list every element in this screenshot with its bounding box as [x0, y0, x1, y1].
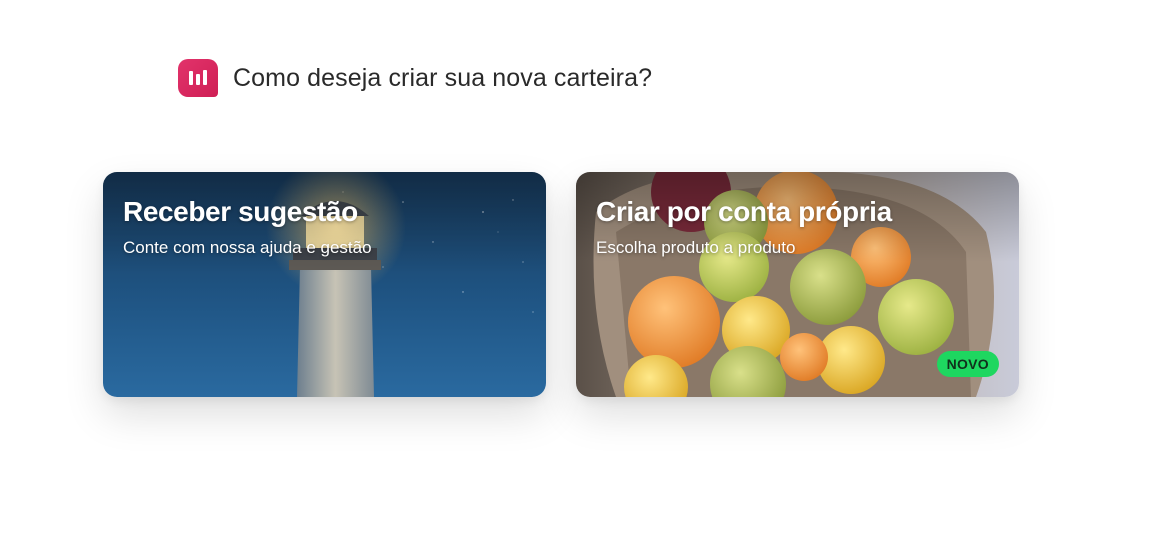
page: Como deseja criar sua nova carteira? Rec…: [0, 0, 1153, 544]
card-text: Receber sugestão Conte com nossa ajuda e…: [123, 196, 372, 258]
card-title: Criar por conta própria: [596, 196, 892, 227]
new-badge: NOVO: [936, 351, 999, 377]
card-subtitle: Conte com nossa ajuda e gestão: [123, 238, 372, 257]
option-card-create-own[interactable]: Criar por conta própria Escolha produto …: [576, 172, 1019, 397]
card-title: Receber sugestão: [123, 196, 358, 227]
card-subtitle: Escolha produto a produto: [596, 238, 796, 257]
bar-chart-icon: [178, 59, 218, 97]
page-header: Como deseja criar sua nova carteira?: [178, 58, 652, 98]
card-text: Criar por conta própria Escolha produto …: [596, 196, 892, 258]
page-title: Como deseja criar sua nova carteira?: [233, 63, 653, 92]
option-card-receive-suggestion[interactable]: Receber sugestão Conte com nossa ajuda e…: [103, 172, 546, 397]
